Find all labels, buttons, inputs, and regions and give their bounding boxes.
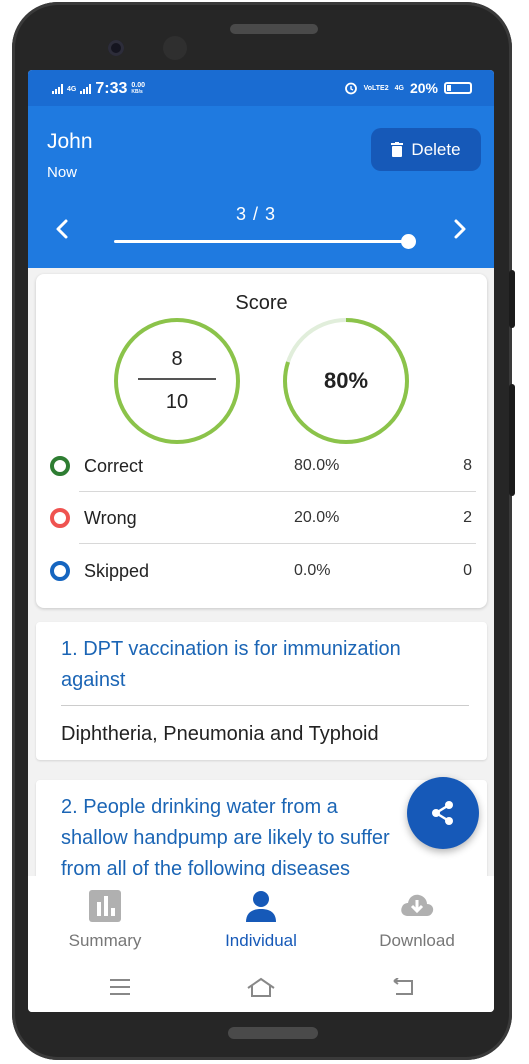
stat-label: Skipped — [84, 560, 150, 581]
chevron-right-icon[interactable] — [448, 218, 470, 240]
network-right: 4G — [394, 84, 404, 92]
tab-individual[interactable]: Individual — [186, 876, 336, 964]
system-navigation — [28, 964, 494, 1012]
question-divider — [61, 705, 469, 706]
question-card-1[interactable]: 1. DPT vaccination is for immunization a… — [36, 622, 487, 760]
signal-icon-2 — [80, 84, 92, 94]
app-header: John Now Delete 3 / 3 — [28, 106, 494, 268]
screen: 4G 7:33 0.00 KB/s VoLTE2 4G 20% John Now… — [28, 70, 494, 1012]
stat-count: 8 — [463, 457, 472, 474]
fraction-line — [138, 378, 216, 380]
proximity-sensor — [163, 36, 187, 60]
trash-icon — [391, 142, 404, 157]
stat-percent: 0.0% — [294, 562, 331, 579]
skipped-dot-icon — [50, 561, 70, 581]
pager-indicator: 3 / 3 — [236, 204, 277, 224]
cloud-download-icon — [401, 894, 434, 916]
net-speed: 0.00 — [131, 82, 145, 89]
score-card: Score 8 10 80% Correct 80.0% 8 Wrong 20.… — [36, 274, 487, 608]
score-numerator: 8 — [171, 348, 183, 370]
divider — [79, 543, 476, 544]
menu-icon[interactable] — [108, 978, 132, 996]
share-button[interactable] — [407, 777, 479, 849]
volume-button — [509, 384, 515, 496]
score-denominator: 10 — [165, 391, 189, 413]
stat-label: Correct — [84, 455, 144, 476]
person-icon — [246, 891, 276, 922]
question-line: against — [61, 669, 126, 691]
tab-download-label: Download — [379, 931, 455, 950]
question-text: 1. DPT vaccination is for immunization a… — [61, 634, 471, 696]
bar-chart-icon — [89, 890, 121, 922]
score-fraction: 8 10 — [112, 316, 242, 446]
earpiece-speaker — [230, 24, 318, 34]
stat-label: Wrong — [84, 507, 137, 528]
stat-row-correct: Correct 80.0% 8 — [48, 440, 476, 492]
stat-count: 2 — [463, 509, 472, 526]
chevron-left-icon[interactable] — [52, 218, 74, 240]
stat-count: 0 — [463, 562, 472, 579]
pager-slider-thumb[interactable] — [401, 234, 416, 249]
bottom-navigation: Summary Individual Download — [28, 876, 494, 964]
question-answer: Diphtheria, Pneumonia and Typhoid — [61, 723, 379, 745]
stat-row-wrong: Wrong 20.0% 2 — [48, 492, 476, 544]
stat-percent: 80.0% — [294, 457, 340, 474]
home-icon[interactable] — [246, 976, 276, 998]
battery-icon — [444, 82, 472, 94]
wrong-dot-icon — [50, 508, 70, 528]
question-line: 1. DPT vaccination is for immunization — [61, 638, 401, 660]
stat-percent: 20.0% — [294, 509, 340, 526]
correct-dot-icon — [50, 456, 70, 476]
bottom-speaker — [228, 1027, 318, 1039]
tab-individual-label: Individual — [225, 931, 297, 950]
score-percent: 80% — [323, 368, 369, 393]
alarm-icon — [344, 82, 357, 95]
timestamp: Now — [47, 164, 78, 181]
volte-indicator: VoLTE2 — [363, 84, 389, 92]
front-camera — [108, 40, 124, 56]
battery-percent: 20% — [409, 80, 438, 96]
score-title: Score — [235, 292, 288, 314]
stat-row-skipped: Skipped 0.0% 0 — [48, 545, 476, 597]
delete-button[interactable]: Delete — [371, 128, 481, 171]
tab-summary-label: Summary — [68, 931, 142, 950]
signal-icon — [52, 84, 63, 94]
network-left: 4G — [67, 85, 77, 93]
share-icon — [432, 801, 453, 825]
back-icon[interactable] — [390, 978, 416, 996]
clock: 7:33 — [95, 80, 128, 97]
net-speed-unit: KB/s — [131, 89, 143, 95]
pager-slider-track[interactable] — [114, 240, 408, 243]
status-bar: 4G 7:33 0.00 KB/s VoLTE2 4G 20% — [28, 70, 494, 106]
tab-download[interactable]: Download — [342, 876, 492, 964]
delete-label: Delete — [411, 139, 461, 159]
user-name: John — [47, 130, 93, 153]
power-button — [509, 270, 515, 328]
tab-summary[interactable]: Summary — [30, 876, 180, 964]
